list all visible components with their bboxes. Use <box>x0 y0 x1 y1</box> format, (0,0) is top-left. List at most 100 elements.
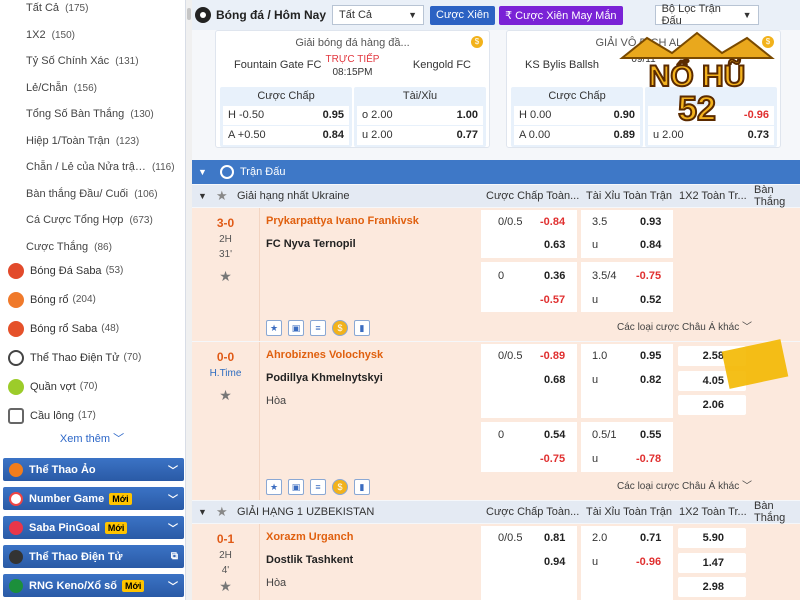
league-header[interactable]: ▼ ★ Giải hạng nhất Ukraine Cược Chấp Toà… <box>192 184 800 208</box>
featured-card[interactable]: Giải bóng đá hàng đầ... $ Fountain Gate … <box>215 30 490 148</box>
sport-item-basketball[interactable]: Bóng rổ (204) <box>0 285 184 314</box>
bet-type-count: (130) <box>130 109 154 120</box>
parlay-button[interactable]: Cược Xiên <box>430 5 496 25</box>
away-team: Dostlik Tashkent <box>266 554 354 566</box>
odds-value[interactable]: 0.52 <box>640 290 661 310</box>
odds-cell[interactable]: u 2.00 0.73 <box>648 126 774 145</box>
odds-value[interactable]: 0.95 <box>640 346 661 366</box>
show-more-link[interactable]: Xem thêm ﹀ <box>0 430 184 446</box>
star-icon[interactable]: ★ <box>216 188 228 204</box>
x12-draw-odds[interactable]: 2.98 <box>678 577 746 597</box>
collapse-icon[interactable]: ▼ <box>198 167 207 177</box>
live-tv-icon[interactable]: ▣ <box>288 479 304 495</box>
bet-type-item[interactable]: Tổng Số Bàn Thắng (130) <box>0 101 184 128</box>
rng-keno-button[interactable]: RNG Keno/Xổ số Mới ﹀ <box>3 574 184 597</box>
coin-icon[interactable]: $ <box>332 320 348 336</box>
odds-value[interactable]: 0.63 <box>544 235 565 255</box>
odds-value[interactable]: 0.36 <box>544 266 565 286</box>
scrollbar-thumb[interactable] <box>187 8 191 20</box>
odds-value[interactable]: 0.82 <box>640 370 661 390</box>
coin-icon[interactable]: $ <box>332 479 348 495</box>
favorite-icon[interactable]: ★ <box>266 320 282 336</box>
sport-item-saba-soccer[interactable]: Bóng Đá Saba (53) <box>0 256 184 285</box>
bet-type-count: (86) <box>94 241 112 253</box>
odds-value[interactable]: 0.84 <box>640 235 661 255</box>
sport-item-badminton[interactable]: Cầu lông (17) <box>0 401 184 430</box>
league-header[interactable]: ▼ ★ GIẢI HẠNG 1 UZBEKISTAN Cược Chấp Toà… <box>192 500 800 524</box>
odds-value: 0.77 <box>456 129 478 141</box>
odds-cell[interactable]: H -0.50 0.95 <box>223 106 349 125</box>
bet-type-item[interactable]: Cá Cược Tổng Hợp (673) <box>0 207 184 234</box>
x12-draw-odds[interactable]: 2.06 <box>678 395 746 415</box>
headset-icon <box>8 349 24 366</box>
shuttlecock-icon <box>8 407 24 424</box>
esports-external-button[interactable]: Thể Thao Điện Tử ⧉ <box>3 545 184 568</box>
virtual-label: Number Game <box>29 492 105 505</box>
odds-value[interactable]: -0.75 <box>636 266 661 286</box>
bet-type-item[interactable]: Tất Cả (175) <box>0 0 184 22</box>
column-header: Bàn Thắng <box>754 184 786 208</box>
stats-table-icon[interactable]: ≡ <box>310 479 326 495</box>
favorite-star-icon[interactable]: ★ <box>192 268 259 285</box>
sport-item-saba-basketball[interactable]: Bóng rổ Saba (48) <box>0 314 184 343</box>
match-filter-select[interactable]: Bộ Lọc Trận Đấu ▼ <box>654 3 759 27</box>
odds-value[interactable]: -0.89 <box>540 346 565 366</box>
match-row: 0-1 2H 4' ★ Xorazm Urganch Dostlik Tashk… <box>192 524 800 600</box>
matches-section-header[interactable]: ▼ Trận Đấu <box>192 160 800 184</box>
x12-home-odds[interactable]: 5.90 <box>678 528 746 548</box>
odds-cell[interactable]: A 0.00 0.89 <box>514 126 640 145</box>
odds-value[interactable]: 0.54 <box>544 425 565 445</box>
favorite-star-icon[interactable]: ★ <box>192 578 259 595</box>
odds-cell[interactable]: o 2.00 1.00 <box>357 106 483 125</box>
draw-label: Hòa <box>266 577 287 589</box>
odds-value[interactable]: -0.57 <box>540 290 565 310</box>
saba-pingoal-button[interactable]: Saba PinGoal Mới ﹀ <box>3 516 184 539</box>
odds-value[interactable]: 0.93 <box>640 212 661 232</box>
odds-cell[interactable]: A +0.50 0.84 <box>223 126 349 145</box>
ou-line: 0.5/1 <box>592 429 617 441</box>
odds-value[interactable]: -0.75 <box>540 449 565 469</box>
bet-type-item[interactable]: 1X2 (150) <box>0 22 184 49</box>
odds-cell[interactable]: u 2.00 0.77 <box>357 126 483 145</box>
number-game-button[interactable]: Number Game Mới ﹀ <box>3 487 184 510</box>
favorite-star-icon[interactable]: ★ <box>192 387 259 404</box>
stats-table-icon[interactable]: ≡ <box>310 320 326 336</box>
x12-away-odds[interactable]: 1.47 <box>678 553 746 573</box>
match-period: 2H <box>219 550 232 561</box>
match-actions: ★ ▣ ≡ $ ▮ <box>266 479 376 495</box>
odds-value[interactable]: 0.68 <box>544 370 565 390</box>
odds-value[interactable]: 0.94 <box>544 552 565 572</box>
keno-icon <box>9 578 23 593</box>
virtual-sports-button[interactable]: Thể Thao Ảo ﹀ <box>3 458 184 481</box>
odds-value[interactable]: -0.84 <box>540 212 565 232</box>
collapse-icon[interactable]: ▼ <box>198 191 207 201</box>
more-asian-bets-link[interactable]: Các loại cược Châu Á khác ﹀ <box>617 318 752 333</box>
live-tv-icon[interactable]: ▣ <box>288 320 304 336</box>
sport-item-tennis[interactable]: Quần vợt (70) <box>0 372 184 401</box>
sport-count: (70) <box>79 381 98 392</box>
bar-chart-icon[interactable]: ▮ <box>354 320 370 336</box>
bet-type-item[interactable]: Hiệp 1/Toàn Trận (123) <box>0 128 184 155</box>
odds-value[interactable]: -0.78 <box>636 449 661 469</box>
more-asian-bets-link[interactable]: Các loại cược Châu Á khác ﹀ <box>617 477 752 492</box>
nohu52-logo: NỔ HŨ 52 <box>619 31 775 128</box>
market-filter-select[interactable]: Tất Cả ▼ <box>332 5 425 25</box>
odds-value[interactable]: 0.81 <box>544 528 565 548</box>
bet-type-item[interactable]: Chẵn / Lẻ của Nửa trậ… (116) <box>0 154 184 181</box>
bet-type-item[interactable]: Tỷ Số Chính Xác (131) <box>0 48 184 75</box>
bar-chart-icon[interactable]: ▮ <box>354 479 370 495</box>
sport-list: Bóng Đá Saba (53) Bóng rổ (204) Bóng rổ Sa… <box>0 256 184 430</box>
lucky-parlay-button[interactable]: ₹ Cược Xiên May Mắn <box>499 5 623 25</box>
odds-value[interactable]: 0.55 <box>640 425 661 445</box>
bet-type-item[interactable]: Lẻ/Chẵn (156) <box>0 75 184 102</box>
favorite-icon[interactable]: ★ <box>266 479 282 495</box>
bet-type-item[interactable]: Bàn thắng Đầu/ Cuối (106) <box>0 181 184 208</box>
match-info: 0-0 H.Time ★ <box>192 342 260 500</box>
odds-value: 1.00 <box>456 109 478 121</box>
star-icon[interactable]: ★ <box>216 504 228 520</box>
collapse-icon[interactable]: ▼ <box>198 507 207 517</box>
chevron-down-icon: ﹀ <box>168 582 178 593</box>
odds-value[interactable]: -0.96 <box>636 552 661 572</box>
sport-item-esports[interactable]: Thể Thao Điện Tử (70) <box>0 343 184 372</box>
odds-value[interactable]: 0.71 <box>640 528 661 548</box>
